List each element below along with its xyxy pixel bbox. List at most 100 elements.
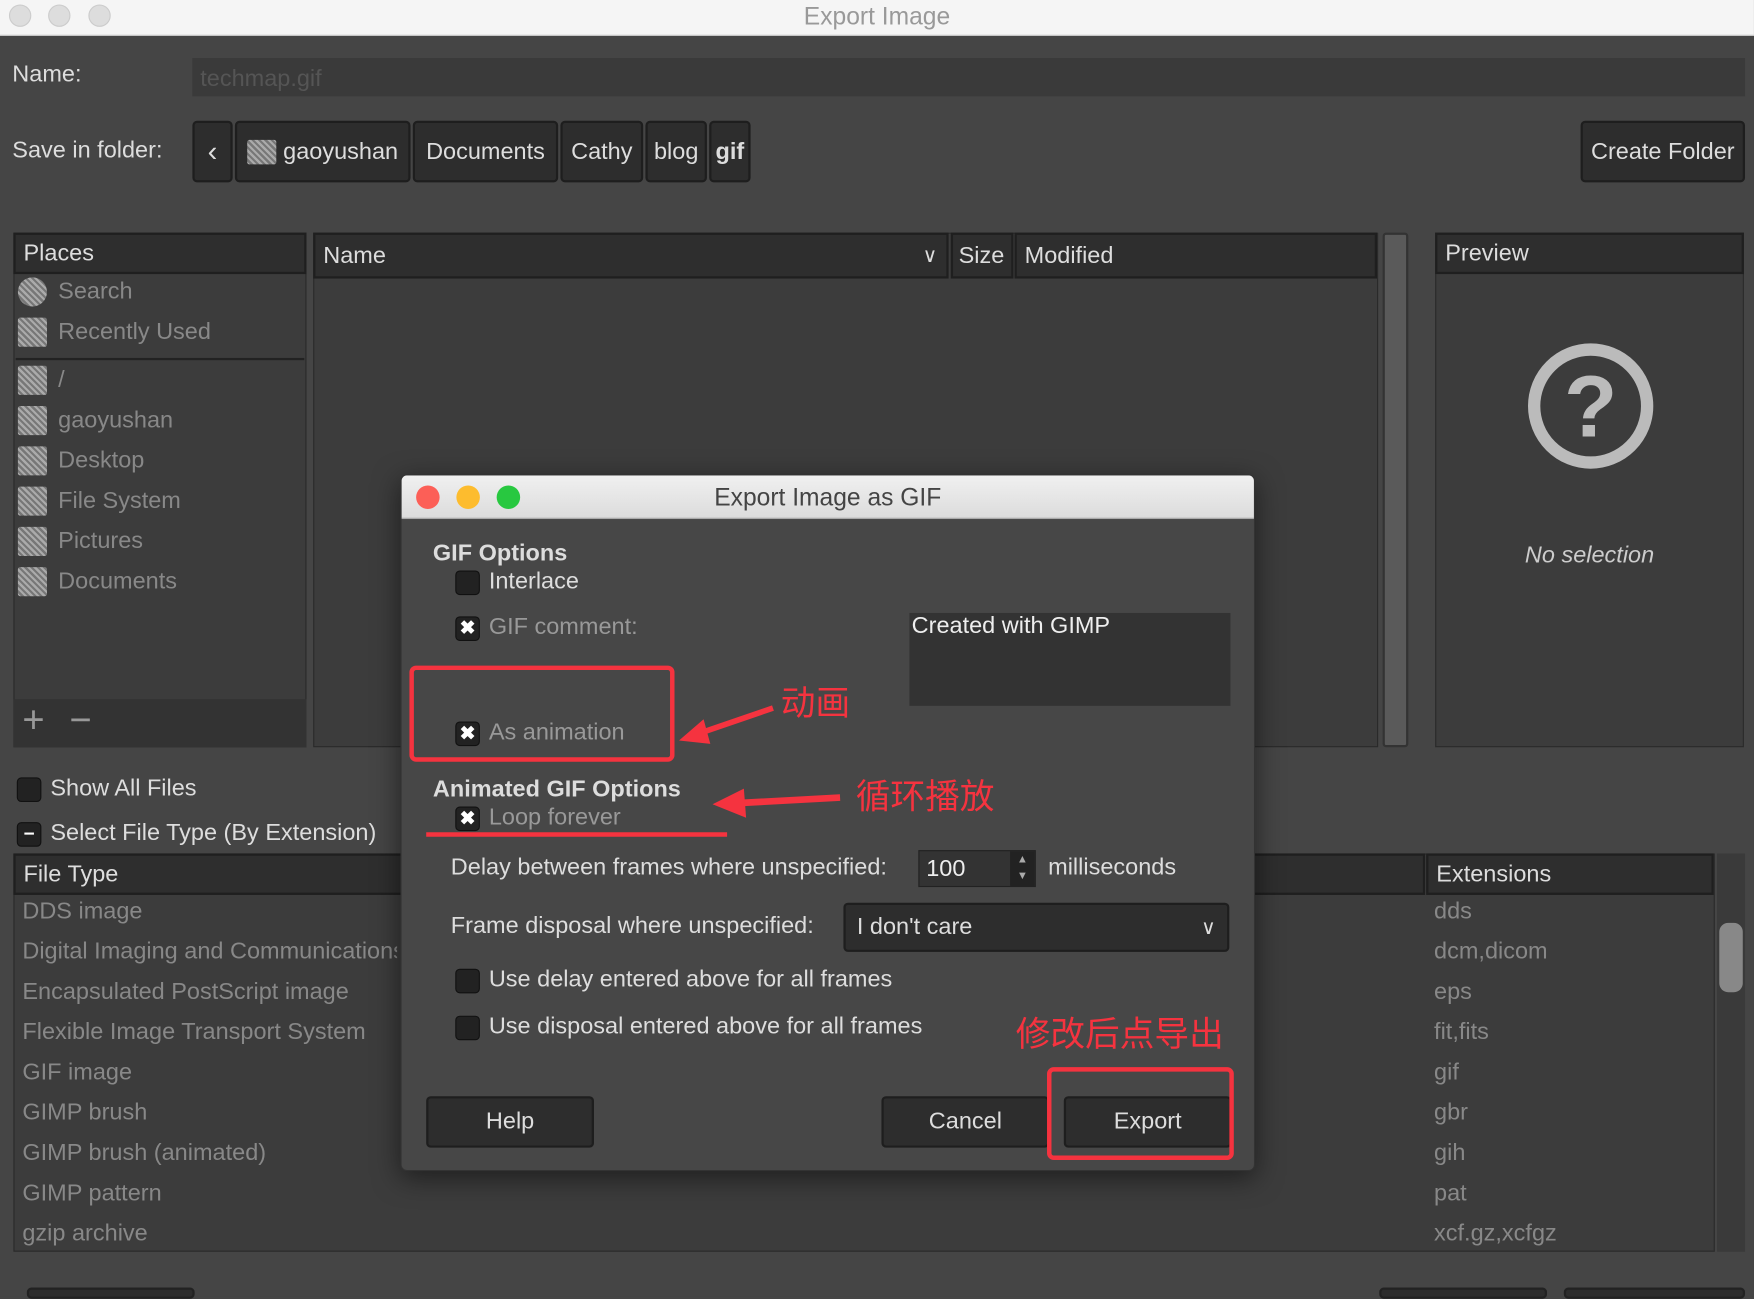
select-file-type-expander[interactable]: − bbox=[16, 822, 42, 847]
search-icon bbox=[17, 277, 47, 307]
file-type-scrollbar[interactable] bbox=[1717, 853, 1746, 1252]
name-input[interactable]: techmap.gif bbox=[192, 58, 1746, 97]
column-label: Name bbox=[323, 242, 386, 268]
annotation-export: 修改后点导出 bbox=[1015, 1014, 1224, 1054]
use-delay-checkbox[interactable] bbox=[455, 968, 480, 994]
place-label: Search bbox=[58, 278, 133, 305]
arrow-head bbox=[712, 788, 747, 818]
file-type-name: gzip archive bbox=[22, 1220, 148, 1247]
folder-icon bbox=[17, 567, 47, 597]
file-type-extension: pat bbox=[1434, 1180, 1467, 1206]
use-delay-label: Use delay entered above for all frames bbox=[488, 966, 893, 993]
place-label: / bbox=[58, 366, 65, 393]
delay-value: 100 bbox=[926, 855, 966, 882]
file-list-scrollbar[interactable] bbox=[1382, 232, 1409, 748]
path-gaoyushan[interactable]: gaoyushan bbox=[234, 120, 411, 183]
drive-icon bbox=[17, 365, 47, 395]
bottom-button[interactable] bbox=[1563, 1287, 1746, 1299]
place-root[interactable]: / bbox=[17, 365, 65, 395]
place-search[interactable]: Search bbox=[17, 277, 133, 307]
create-folder-button[interactable]: Create Folder bbox=[1580, 120, 1746, 183]
file-type-name: GIMP pattern bbox=[22, 1180, 162, 1206]
file-type-extension: eps bbox=[1434, 978, 1472, 1005]
preview-empty: No selection bbox=[1524, 542, 1655, 569]
arrow-line bbox=[736, 794, 841, 807]
path-label: gaoyushan bbox=[283, 138, 399, 164]
disposal-label: Frame disposal where unspecified: bbox=[450, 912, 814, 939]
file-type-name: DDS image bbox=[22, 898, 143, 924]
remove-place-button[interactable]: − bbox=[69, 699, 91, 743]
bottom-button[interactable] bbox=[26, 1287, 195, 1299]
export-gif-dialog: Export Image as GIF GIF Options Interlac… bbox=[400, 474, 1256, 1172]
select-file-type-label: Select File Type (By Extension) bbox=[50, 819, 377, 846]
question-icon: ? bbox=[1528, 343, 1654, 469]
cancel-button[interactable]: Cancel bbox=[881, 1096, 1050, 1148]
name-label: Name: bbox=[12, 61, 82, 88]
place-label: Desktop bbox=[58, 447, 145, 474]
recent-icon bbox=[17, 317, 47, 347]
folder-icon bbox=[17, 446, 47, 476]
preview-header: Preview bbox=[1435, 232, 1744, 275]
folder-icon bbox=[17, 406, 47, 436]
show-all-files-label: Show All Files bbox=[50, 775, 197, 801]
disposal-value: I don't care bbox=[856, 913, 973, 940]
place-file-system[interactable]: File System bbox=[17, 486, 181, 516]
path-back-button[interactable]: ‹ bbox=[192, 120, 233, 183]
file-type-extension: gih bbox=[1434, 1139, 1466, 1166]
drive-icon bbox=[17, 486, 47, 516]
file-type-name: Encapsulated PostScript image bbox=[22, 978, 349, 1005]
chevron-down-icon: ∨ bbox=[1201, 915, 1216, 938]
file-type-name: Digital Imaging and Communications bbox=[22, 938, 398, 965]
delay-label: Delay between frames where unspecified: bbox=[450, 854, 887, 881]
file-type-extension: fit,fits bbox=[1434, 1019, 1489, 1045]
spin-arrows-icon[interactable]: ▲ ▼ bbox=[1010, 851, 1035, 886]
folder-icon bbox=[247, 139, 277, 164]
column-size[interactable]: Size bbox=[950, 232, 1014, 279]
chevron-left-icon: ‹ bbox=[207, 134, 218, 168]
bottom-button[interactable] bbox=[1379, 1287, 1548, 1299]
file-type-name: Flexible Image Transport System bbox=[22, 1019, 366, 1045]
chevron-down-icon: ∨ bbox=[922, 243, 938, 267]
place-label: Pictures bbox=[58, 527, 144, 554]
export-image-window: Export Image Name: techmap.gif Save in f… bbox=[0, 0, 1754, 1299]
column-extensions[interactable]: Extensions bbox=[1426, 853, 1714, 895]
file-type-extension: dcm,dicom bbox=[1434, 938, 1548, 965]
delay-unit: milliseconds bbox=[1048, 854, 1177, 881]
file-type-extension: xcf.gz,xcfgz bbox=[1434, 1220, 1557, 1247]
help-button[interactable]: Help bbox=[426, 1096, 594, 1148]
place-documents[interactable]: Documents bbox=[17, 567, 177, 597]
place-desktop[interactable]: Desktop bbox=[17, 446, 145, 476]
place-label: Documents bbox=[58, 568, 177, 594]
add-place-button[interactable]: + bbox=[22, 699, 44, 743]
places-separator bbox=[15, 357, 305, 361]
place-recently-used[interactable]: Recently Used bbox=[17, 317, 211, 347]
column-name[interactable]: Name ∨ bbox=[313, 232, 949, 279]
places-header: Places bbox=[13, 232, 307, 275]
annotation-box-export bbox=[1047, 1067, 1234, 1160]
delay-spinbutton[interactable]: 100 ▲ ▼ bbox=[918, 850, 1036, 888]
disposal-select[interactable]: I don't care ∨ bbox=[843, 902, 1230, 952]
folder-icon bbox=[17, 526, 47, 556]
path-gif[interactable]: gif bbox=[709, 120, 751, 183]
path-cathy[interactable]: Cathy bbox=[560, 120, 644, 183]
file-type-name: GIF image bbox=[22, 1059, 133, 1086]
window-title: Export Image bbox=[803, 2, 951, 31]
place-label: File System bbox=[58, 487, 181, 514]
file-type-row[interactable]: gzip archive xcf.gz,xcfgz bbox=[13, 1220, 1714, 1260]
file-type-extension: gif bbox=[1434, 1059, 1459, 1086]
place-label: gaoyushan bbox=[58, 407, 174, 433]
file-type-extension: gbr bbox=[1434, 1099, 1469, 1126]
file-type-name: GIMP brush (animated) bbox=[22, 1139, 267, 1166]
scrollbar-thumb[interactable] bbox=[1719, 922, 1743, 993]
place-pictures[interactable]: Pictures bbox=[17, 526, 144, 556]
path-blog[interactable]: blog bbox=[645, 120, 707, 183]
column-modified[interactable]: Modified bbox=[1014, 232, 1377, 279]
place-label: Recently Used bbox=[58, 318, 211, 345]
file-type-row[interactable]: GIMP pattern pat bbox=[13, 1180, 1714, 1220]
place-gaoyushan[interactable]: gaoyushan bbox=[17, 406, 174, 436]
path-documents[interactable]: Documents bbox=[412, 120, 559, 183]
arrow-head bbox=[678, 719, 711, 744]
use-disposal-label: Use disposal entered above for all frame… bbox=[488, 1013, 923, 1040]
use-disposal-checkbox[interactable] bbox=[455, 1015, 480, 1041]
show-all-files-checkbox[interactable] bbox=[16, 777, 42, 803]
